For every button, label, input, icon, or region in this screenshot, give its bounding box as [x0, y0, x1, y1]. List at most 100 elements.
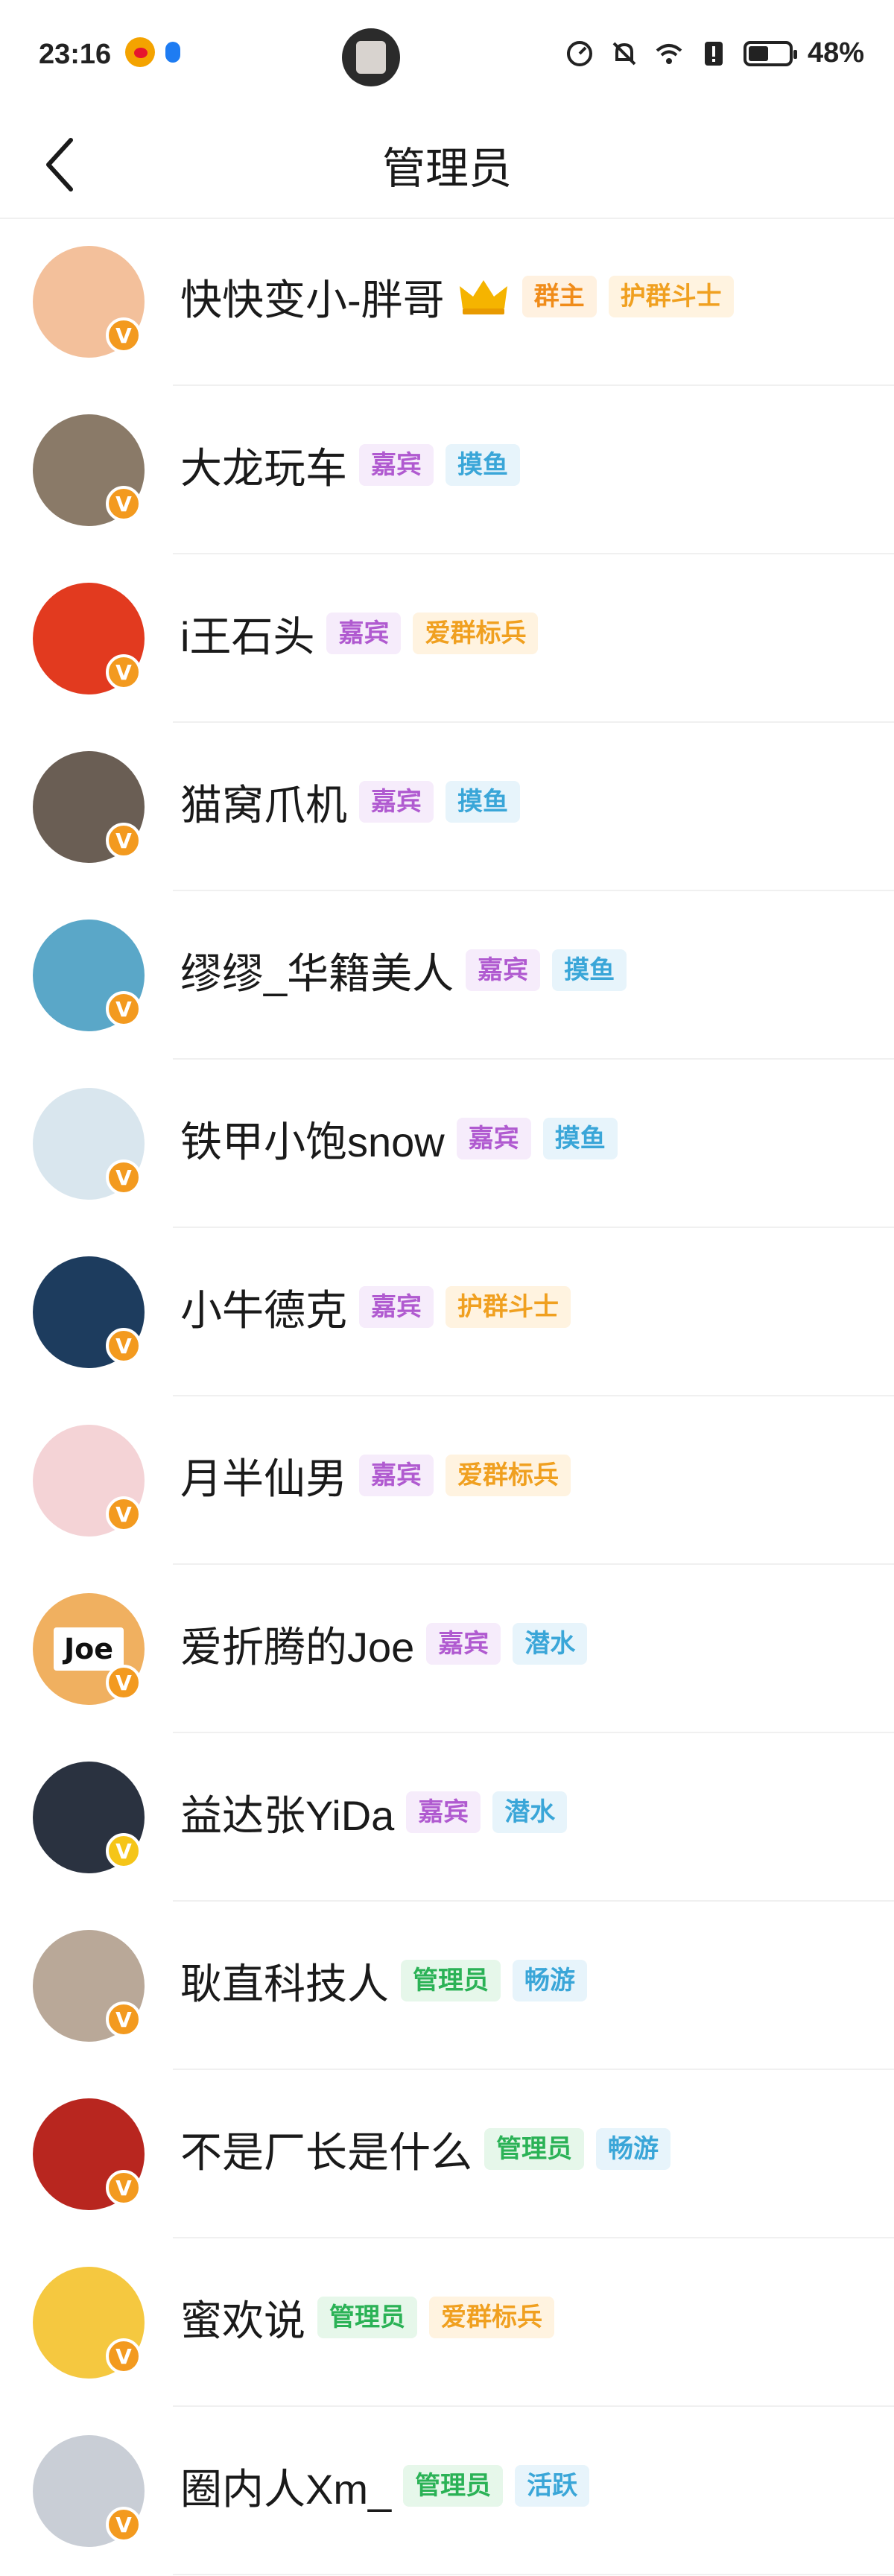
mute-bell-icon — [612, 42, 636, 65]
member-name: 小牛德克 — [180, 1286, 347, 1334]
member-tag: 嘉宾 — [426, 1623, 501, 1665]
verified-badge-icon: V — [106, 654, 142, 690]
member-row[interactable]: V 月半仙男 嘉宾 爱群标兵 — [0, 1396, 894, 1565]
member-name: 爱折腾的Joe — [180, 1623, 415, 1671]
member-name: 月半仙男 — [180, 1455, 347, 1502]
member-info: 耿直科技人 管理员 畅游 — [180, 1902, 587, 2060]
page-title: 管理员 — [381, 145, 512, 193]
member-tag: 护群斗士 — [608, 276, 734, 317]
member-row[interactable]: V 益达张YiDa 嘉宾 潜水 — [0, 1733, 894, 1902]
member-info: 蜜欢说 管理员 爱群标兵 — [180, 2238, 554, 2396]
member-tag: 爱群标兵 — [413, 613, 539, 654]
verified-badge-icon: V — [106, 317, 142, 353]
member-tag: 畅游 — [596, 2128, 670, 2170]
alert-icon — [704, 41, 723, 66]
member-tag: 管理员 — [484, 2128, 584, 2170]
crown-icon — [459, 280, 507, 314]
member-info: 快快变小-胖哥 群主 护群斗士 — [180, 218, 734, 376]
member-tag: 嘉宾 — [466, 949, 541, 991]
member-tag: 管理员 — [317, 2297, 417, 2338]
member-row[interactable]: V 快快变小-胖哥 群主 护群斗士 — [0, 218, 894, 386]
member-tag: 嘉宾 — [326, 613, 402, 654]
member-tag: 摸鱼 — [446, 444, 520, 486]
verified-badge-icon: V — [106, 1833, 142, 1869]
member-row[interactable]: V 铁甲小饱snow 嘉宾 摸鱼 — [0, 1060, 894, 1228]
member-row[interactable]: V 圈内人Xm_ 管理员 活跃 — [0, 2407, 894, 2575]
status-bar: 23:16 48% — [0, 0, 894, 112]
thumbnail-image — [356, 41, 386, 74]
navigation-bar: 管理员 — [0, 112, 894, 219]
member-tag: 嘉宾 — [406, 1791, 481, 1833]
member-tag: 潜水 — [513, 1623, 588, 1665]
floating-thumbnail[interactable] — [342, 28, 400, 86]
member-name: 猫窝爪机 — [180, 781, 347, 829]
member-name: 不是厂长是什么 — [180, 2128, 472, 2176]
member-row[interactable]: Vi王石头 嘉宾 爱群标兵 — [0, 554, 894, 723]
verified-badge-icon: V — [106, 1665, 142, 1700]
member-row[interactable]: V 猫窝爪机 嘉宾 摸鱼 — [0, 723, 894, 891]
member-info: i王石头 嘉宾 爱群标兵 — [180, 554, 539, 712]
member-info: 小牛德克 嘉宾 护群斗士 — [180, 1228, 571, 1386]
member-name: 大龙玩车 — [180, 444, 347, 492]
member-info: 铁甲小饱snow 嘉宾 摸鱼 — [180, 1060, 618, 1218]
verified-badge-icon: V — [106, 991, 142, 1027]
battery-percent: 48% — [807, 37, 864, 69]
member-row[interactable]: V 蜜欢说 管理员 爱群标兵 — [0, 2238, 894, 2407]
wifi-icon — [656, 43, 682, 64]
verified-badge-icon: V — [106, 823, 142, 858]
verified-badge-icon: V — [106, 2170, 142, 2206]
speed-icon — [566, 40, 592, 66]
member-tag: 摸鱼 — [542, 1118, 618, 1159]
member-tag: 爱群标兵 — [446, 1455, 571, 1496]
member-info: 益达张YiDa 嘉宾 潜水 — [180, 1733, 568, 1891]
member-info: 缪缪_华籍美人 嘉宾 摸鱼 — [180, 891, 627, 1049]
member-name: 蜜欢说 — [180, 2297, 305, 2344]
verified-badge-icon: V — [106, 486, 142, 522]
member-row[interactable]: Joe V 爱折腾的Joe 嘉宾 潜水 — [0, 1565, 894, 1733]
member-name: 圈内人Xm_ — [180, 2465, 392, 2513]
verified-badge-icon: V — [106, 1159, 142, 1195]
member-name: 缪缪_华籍美人 — [180, 949, 454, 997]
verified-badge-icon: V — [106, 2338, 142, 2374]
member-tag: 护群斗士 — [446, 1286, 571, 1328]
member-name: 耿直科技人 — [180, 1960, 389, 2007]
member-tag: 摸鱼 — [552, 949, 627, 991]
member-info: 月半仙男 嘉宾 爱群标兵 — [180, 1396, 571, 1554]
verified-badge-icon: V — [106, 2001, 142, 2037]
member-row[interactable]: V 缪缪_华籍美人 嘉宾 摸鱼 — [0, 891, 894, 1060]
member-tag: 嘉宾 — [456, 1118, 531, 1159]
avatar-logo-text: Joe — [54, 1627, 124, 1671]
member-tag: 摸鱼 — [446, 781, 520, 823]
member-tag: 管理员 — [403, 2465, 504, 2507]
admin-member-list: V 快快变小-胖哥 群主 护群斗士 V 大龙玩车 嘉宾 摸鱼 Vi王石头 嘉宾 爱群标兵 V 猫窝爪机嘉… — [0, 218, 894, 2575]
member-name: 铁甲小饱snow — [180, 1118, 445, 1165]
verified-badge-icon: V — [106, 1328, 142, 1364]
member-row[interactable]: V 大龙玩车 嘉宾 摸鱼 — [0, 386, 894, 554]
member-tag: 畅游 — [513, 1960, 587, 2001]
member-name: i王石头 — [180, 613, 315, 660]
member-tag: 潜水 — [492, 1791, 568, 1833]
member-info: 爱折腾的Joe 嘉宾 潜水 — [180, 1565, 588, 1723]
weibo-icon — [125, 37, 155, 67]
member-row[interactable]: V 不是厂长是什么 管理员 畅游 — [0, 2070, 894, 2238]
row-divider — [173, 2574, 894, 2575]
status-time: 23:16 — [39, 39, 112, 70]
member-tag: 嘉宾 — [359, 444, 434, 486]
member-row[interactable]: V 小牛德克 嘉宾 护群斗士 — [0, 1228, 894, 1396]
member-info: 圈内人Xm_ 管理员 活跃 — [180, 2407, 590, 2565]
member-tag: 管理员 — [401, 1960, 501, 2001]
verified-badge-icon: V — [106, 2507, 142, 2542]
member-info: 大龙玩车 嘉宾 摸鱼 — [180, 386, 520, 544]
member-info: 不是厂长是什么 管理员 畅游 — [180, 2070, 670, 2228]
member-name: 快快变小-胖哥 — [180, 276, 445, 323]
member-tag: 嘉宾 — [359, 1455, 434, 1496]
member-tag: 爱群标兵 — [429, 2297, 554, 2338]
member-tag: 群主 — [522, 276, 597, 317]
verified-badge-icon: V — [106, 1496, 142, 1532]
battery-icon — [743, 40, 797, 66]
member-tag: 嘉宾 — [359, 1286, 434, 1328]
member-info: 猫窝爪机 嘉宾 摸鱼 — [180, 723, 520, 881]
member-tag: 活跃 — [515, 2465, 590, 2507]
bluetooth-icon — [165, 42, 180, 63]
member-row[interactable]: V 耿直科技人 管理员 畅游 — [0, 1902, 894, 2070]
